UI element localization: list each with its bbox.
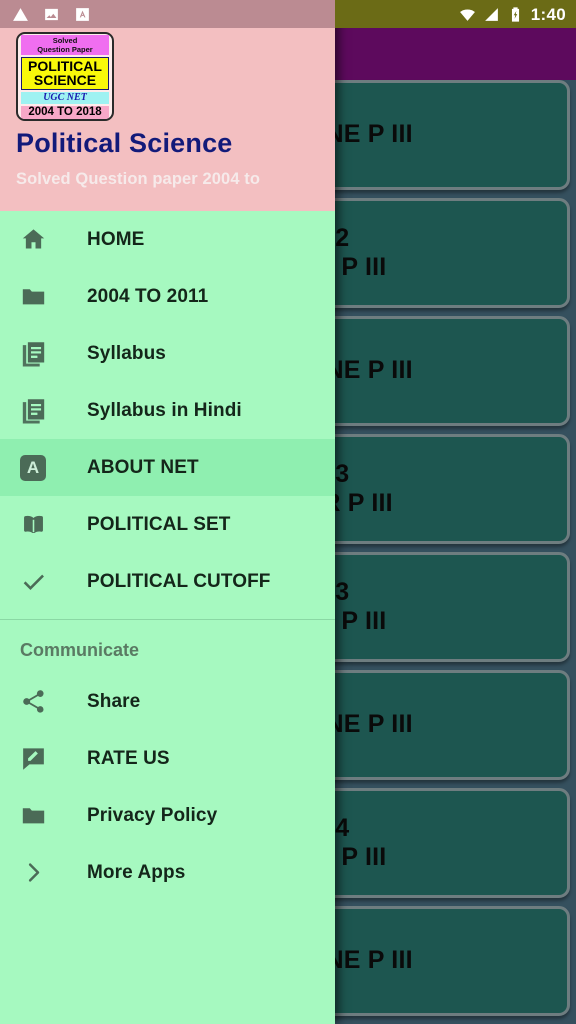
documents-icon [20, 396, 54, 426]
folder-icon [20, 801, 54, 831]
wifi-icon [459, 8, 475, 21]
app-icon: Solved Question Paper POLITICAL SCIENCE … [16, 32, 114, 121]
sidebar-item-label: POLITICAL CUTOFF [87, 570, 271, 592]
sidebar-item-label: Syllabus [87, 342, 166, 364]
home-icon [20, 225, 54, 255]
drawer-menu[interactable]: HOME 2004 TO 2011 Syllabus Syllabus in Hind… [0, 211, 335, 901]
app-icon-line2: Question Paper [37, 44, 93, 54]
signal-icon [484, 7, 498, 21]
app-icon-line1: Solved [52, 36, 78, 45]
sidebar-item-label: HOME [87, 228, 145, 250]
sidebar-item-share[interactable]: Share [0, 673, 335, 730]
menu-section-label: Communicate [20, 640, 140, 660]
drawer-header: Solved Question Paper POLITICAL SCIENCE … [0, 0, 335, 211]
sidebar-item-label: 2004 TO 2011 [87, 285, 209, 307]
sidebar-item-label: Privacy Policy [87, 804, 218, 826]
sidebar-item-rate-us[interactable]: RATE US [0, 730, 335, 787]
sidebar-item-2004-to-2011[interactable]: 2004 TO 2011 [0, 268, 335, 325]
sidebar-item-privacy-policy[interactable]: Privacy Policy [0, 787, 335, 844]
check-icon [20, 567, 54, 597]
sidebar-item-label: Syllabus in Hindi [87, 399, 242, 421]
app-icon-title2: SCIENCE [33, 72, 97, 89]
sidebar-item-label: POLITICAL SET [87, 513, 231, 535]
app-icon-years: 2004 TO 2018 [21, 105, 109, 119]
sidebar-item-political-set[interactable]: POLITICAL SET [0, 496, 335, 553]
app-icon-solved-band: Solved Question Paper [21, 35, 109, 55]
drawer-subtitle: Solved Question paper 2004 to [16, 170, 261, 188]
sidebar-item-label: Share [87, 690, 141, 712]
sidebar-item-more-apps[interactable]: More Apps [0, 844, 335, 901]
sidebar-item-label: RATE US [87, 747, 170, 769]
rate-comment-icon [20, 744, 54, 774]
sidebar-item-political-cutoff[interactable]: POLITICAL CUTOFF [0, 553, 335, 610]
book-icon [20, 510, 54, 540]
status-bar-notifications [0, 0, 335, 28]
sidebar-item-label: More Apps [87, 861, 186, 883]
documents-icon [20, 339, 54, 369]
app-icon-exam: UGC NET [21, 91, 109, 104]
share-icon [20, 687, 54, 717]
app-icon-title1: POLITICAL [28, 58, 102, 74]
navigation-drawer[interactable]: Solved Question Paper POLITICAL SCIENCE … [0, 0, 335, 1024]
status-bar-system: 1:40 [335, 0, 576, 28]
letter-a-icon [76, 7, 89, 21]
app-icon-title-band: POLITICAL SCIENCE [21, 57, 109, 90]
sidebar-item-home[interactable]: HOME [0, 211, 335, 268]
drawer-title: Political Science [16, 128, 233, 158]
sidebar-item-syllabus-in-hindi[interactable]: Syllabus in Hindi [0, 382, 335, 439]
status-bar: 1:40 [0, 0, 576, 28]
status-bar-clock: 1:40 [530, 4, 566, 24]
chevron-right-icon [20, 858, 54, 888]
folder-icon [20, 282, 54, 312]
sidebar-item-syllabus[interactable]: Syllabus [0, 325, 335, 382]
battery-charging-icon [511, 6, 519, 22]
sidebar-item-label: ABOUT NET [87, 456, 199, 478]
image-icon [45, 8, 58, 20]
warning-triangle-icon [13, 7, 28, 21]
sidebar-item-about-net[interactable]: A ABOUT NET [0, 439, 335, 496]
letter-a-badge-icon: A [20, 453, 54, 483]
